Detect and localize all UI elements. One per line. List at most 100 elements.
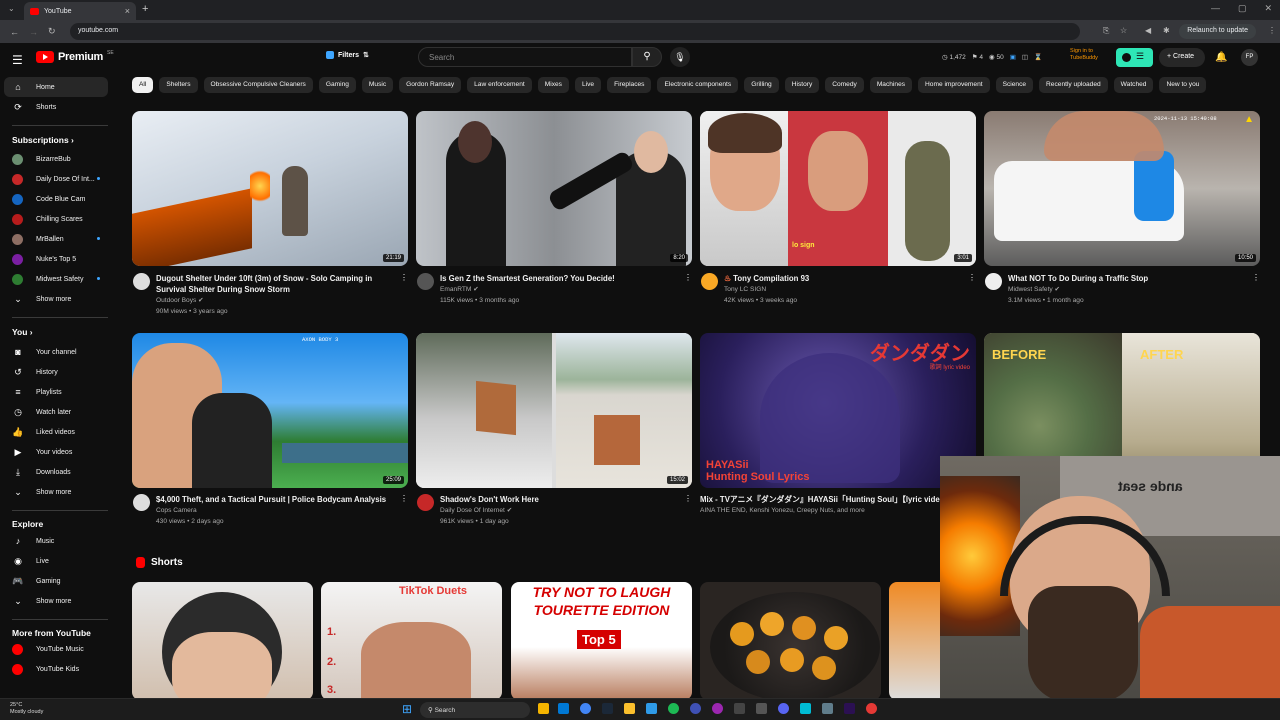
video-title[interactable]: ♨ Tony Compilation 93: [724, 273, 966, 284]
short-thumbnail[interactable]: TikTok Duets 1. 2. 3.: [321, 582, 502, 700]
more-options-icon[interactable]: ⋮: [400, 494, 408, 503]
chip-comedy[interactable]: Comedy: [825, 77, 864, 93]
chip-new-to-you[interactable]: New to you: [1159, 77, 1207, 93]
chip-fireplaces[interactable]: Fireplaces: [607, 77, 652, 93]
channel-avatar[interactable]: [417, 494, 434, 511]
sidebar-item-shorts[interactable]: ⟳ Shorts: [4, 97, 108, 117]
sidebar-show-more-explore[interactable]: ⌄ Show more: [4, 591, 108, 611]
sidebar-item-youtube-music[interactable]: YouTube Music: [4, 639, 108, 659]
voice-search-button[interactable]: 🎙: [670, 47, 690, 67]
windows-start-icon[interactable]: ⊞: [402, 702, 412, 716]
video-title[interactable]: $4,000 Theft, and a Tactical Pursuit | P…: [156, 494, 398, 505]
maximize-icon[interactable]: ▢: [1238, 3, 1247, 14]
channel-avatar[interactable]: [133, 273, 150, 290]
sidebar-item-liked-videos[interactable]: 👍 Liked videos: [4, 422, 108, 442]
back-icon[interactable]: ←: [10, 27, 19, 37]
video-title[interactable]: Dugout Shelter Under 10ft (3m) of Snow -…: [156, 273, 398, 295]
app-icon[interactable]: [822, 703, 833, 714]
sidebar-item-your-channel[interactable]: ◙ Your channel: [4, 342, 108, 362]
search-input[interactable]: Search: [418, 47, 632, 67]
more-options-icon[interactable]: ⋮: [400, 273, 408, 282]
search-button[interactable]: ⚲: [632, 47, 662, 67]
video-thumbnail[interactable]: ダンダダン 歌詞 lyric video HAYASii Hunting Sou…: [700, 333, 976, 488]
video-title[interactable]: Is Gen Z the Smartest Generation? You De…: [440, 273, 682, 284]
short-thumbnail[interactable]: [700, 582, 881, 700]
close-tab-icon[interactable]: ×: [125, 6, 130, 16]
video-title[interactable]: What NOT To Do During a Traffic Stop: [1008, 273, 1250, 284]
create-button[interactable]: + Create: [1159, 48, 1205, 67]
chip-watched[interactable]: Watched: [1113, 77, 1154, 93]
chip-all[interactable]: All: [132, 77, 154, 93]
chip-mixes[interactable]: Mixes: [537, 77, 569, 93]
app-icon[interactable]: [624, 703, 635, 714]
video-thumbnail[interactable]: 8:20: [416, 111, 692, 266]
chip-gaming[interactable]: Gaming: [318, 77, 356, 93]
channel-avatar[interactable]: [985, 273, 1002, 290]
video-channel[interactable]: AINA THE END, Kenshi Yonezu, Creepy Nuts…: [700, 505, 940, 516]
taskbar-search[interactable]: ⚲ Search: [420, 702, 530, 718]
chip-recently-uploaded[interactable]: Recently uploaded: [1039, 77, 1108, 93]
sidebar-sub-bizarrebub[interactable]: BizarreBub: [4, 149, 108, 169]
app-icon[interactable]: [646, 703, 657, 714]
video-thumbnail[interactable]: 15:02: [416, 333, 692, 488]
chip-live[interactable]: Live: [574, 77, 602, 93]
store-icon[interactable]: [558, 703, 569, 714]
premiere-icon[interactable]: [844, 703, 855, 714]
short-thumbnail[interactable]: TRY NOT TO LAUGH TOURETTE EDITION Top 5: [511, 582, 692, 700]
app-icon[interactable]: [800, 703, 811, 714]
video-thumbnail[interactable]: lo sign 3:01: [700, 111, 976, 266]
hamburger-menu-icon[interactable]: ☰: [12, 53, 23, 67]
sidebar-sub-mrballen[interactable]: MrBallen: [4, 229, 108, 249]
video-title[interactable]: Mix - TVアニメ『ダンダダン』HAYASii「Hunting Soul」【…: [700, 494, 940, 505]
ext-icon-2[interactable]: ◫: [1022, 53, 1028, 61]
mute-icon[interactable]: ◀: [1145, 26, 1155, 36]
extensions-icon[interactable]: ✱: [1163, 26, 1173, 36]
discord-icon[interactable]: [778, 703, 789, 714]
sidebar-item-music[interactable]: ♪ Music: [4, 531, 108, 551]
app-icon[interactable]: [690, 703, 701, 714]
forward-icon[interactable]: →: [29, 27, 38, 37]
more-options-icon[interactable]: ⋮: [684, 494, 692, 503]
install-icon[interactable]: ⎘: [1103, 26, 1113, 36]
chip-electronic-components[interactable]: Electronic components: [657, 77, 739, 93]
sidebar-item-home[interactable]: ⌂ Home: [4, 77, 108, 97]
chip-machines[interactable]: Machines: [869, 77, 913, 93]
subscriptions-heading[interactable]: Subscriptions ›: [12, 135, 74, 145]
chip-law-enforcement[interactable]: Law enforcement: [467, 77, 532, 93]
reload-icon[interactable]: ↻: [48, 26, 56, 37]
ext-icon-3[interactable]: ⌛: [1034, 53, 1042, 61]
sidebar-show-more[interactable]: ⌄ Show more: [4, 289, 108, 309]
app-icon[interactable]: [756, 703, 767, 714]
browser-tab[interactable]: YouTube ×: [24, 2, 136, 20]
chrome-icon[interactable]: [580, 703, 591, 714]
more-options-icon[interactable]: ⋮: [968, 273, 976, 282]
tab-list-icon[interactable]: ⌄: [8, 4, 15, 13]
menu-dots-icon[interactable]: ⋮: [1268, 26, 1278, 36]
spotify-icon[interactable]: [668, 703, 679, 714]
ext-icon-1[interactable]: ▣: [1010, 53, 1016, 61]
video-channel[interactable]: EmanRTM ✔: [440, 284, 479, 295]
chip-home-improvement[interactable]: Home improvement: [918, 77, 990, 93]
app-icon[interactable]: [734, 703, 745, 714]
app-icon[interactable]: [712, 703, 723, 714]
sidebar-item-youtube-kids[interactable]: YouTube Kids: [4, 659, 108, 679]
short-thumbnail[interactable]: [132, 582, 313, 700]
chip-gordon-ramsay[interactable]: Gordon Ramsay: [399, 77, 462, 93]
minimize-icon[interactable]: —: [1211, 3, 1220, 14]
notifications-bell-icon[interactable]: 🔔: [1215, 52, 1227, 63]
chip-grilling[interactable]: Grilling: [744, 77, 779, 93]
close-window-icon[interactable]: ✕: [1264, 3, 1272, 14]
sidebar-sub-chilling-scares[interactable]: Chilling Scares: [4, 209, 108, 229]
channel-avatar[interactable]: [701, 273, 718, 290]
sidebar-sub-daily-dose[interactable]: Daily Dose Of Int...: [4, 169, 108, 189]
video-channel[interactable]: Daily Dose Of Internet ✔: [440, 505, 512, 516]
sidebar-item-your-videos[interactable]: ▶ Your videos: [4, 442, 108, 462]
tubebuddy-signin[interactable]: Sign in to TubeBuddy: [1070, 48, 1110, 62]
video-thumbnail[interactable]: 21:19: [132, 111, 408, 266]
video-thumbnail[interactable]: AXON BODY 3 25:09: [132, 333, 408, 488]
sidebar-sub-midwest-safety[interactable]: Midwest Safety: [4, 269, 108, 289]
sidebar-sub-code-blue-cam[interactable]: Code Blue Cam: [4, 189, 108, 209]
video-channel[interactable]: Tony LC SIGN: [724, 284, 766, 295]
chip-science[interactable]: Science: [995, 77, 1034, 93]
chip-history[interactable]: History: [784, 77, 820, 93]
